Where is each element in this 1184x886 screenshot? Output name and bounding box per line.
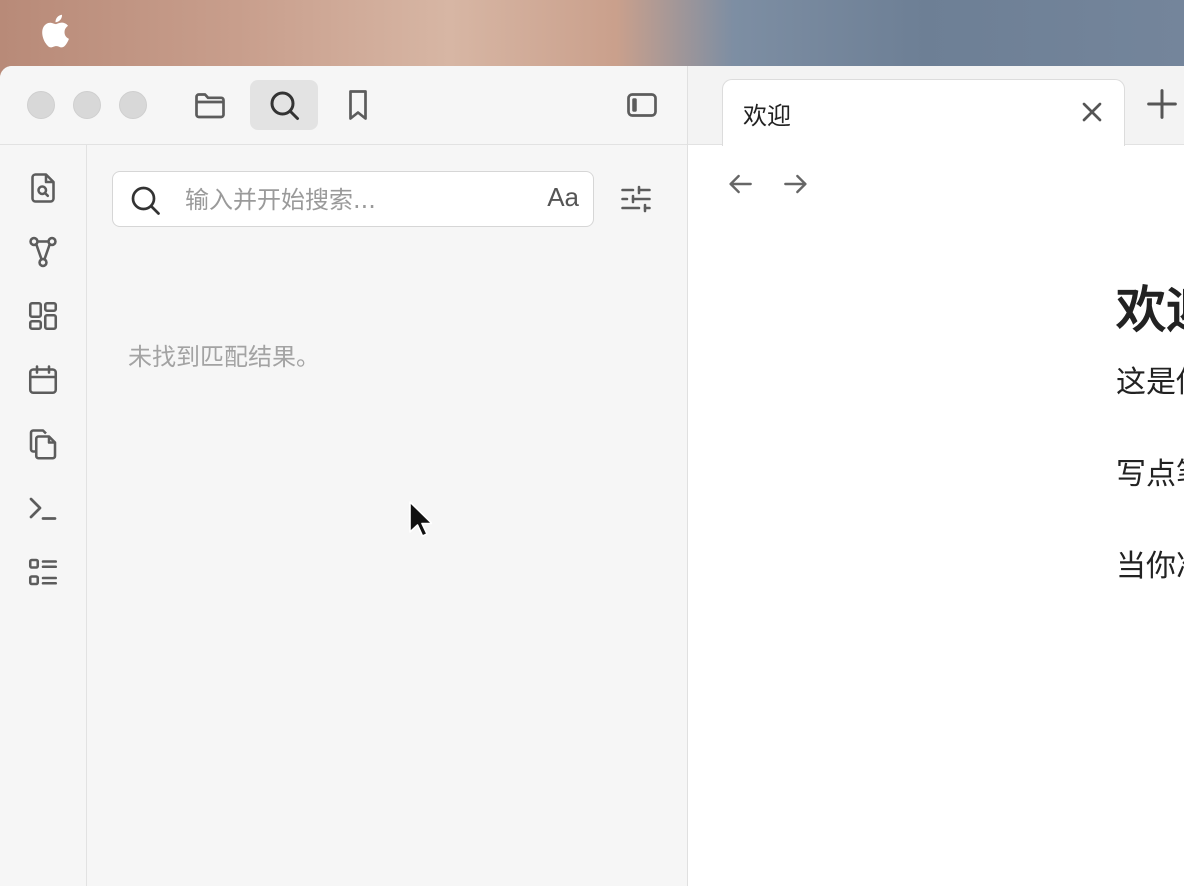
graph-icon bbox=[29, 236, 57, 268]
search-icon bbox=[270, 91, 299, 120]
apple-logo-icon[interactable] bbox=[40, 14, 70, 48]
document-paragraph: 这是你 bbox=[1116, 365, 1184, 400]
document-content[interactable]: 欢迎 这是你 写点笔 当你准 bbox=[1116, 280, 1184, 638]
ribbon bbox=[0, 145, 87, 886]
no-results-message: 未找到匹配结果。 bbox=[128, 343, 320, 371]
search-settings-button[interactable] bbox=[614, 177, 658, 221]
ribbon-quick-switcher[interactable] bbox=[22, 167, 64, 209]
tab-bar: 欢迎 bbox=[688, 66, 1184, 146]
bookmarks-button[interactable] bbox=[324, 80, 392, 130]
file-search-icon bbox=[31, 173, 55, 203]
sidebar-toggle-icon bbox=[627, 93, 657, 117]
minimize-window-button[interactable] bbox=[73, 91, 101, 119]
document-paragraph: 当你准 bbox=[1116, 549, 1184, 584]
close-icon[interactable] bbox=[1076, 96, 1108, 128]
menu-bar bbox=[0, 0, 1184, 66]
terminal-icon bbox=[29, 497, 57, 520]
copy-icon bbox=[29, 429, 57, 460]
ribbon-graph-view[interactable] bbox=[22, 231, 64, 273]
ribbon-daily-note[interactable] bbox=[22, 359, 64, 401]
sidebar-titlebar bbox=[0, 66, 687, 145]
search-box[interactable]: Aa bbox=[112, 171, 594, 227]
arrow-left-icon[interactable] bbox=[724, 168, 756, 200]
search-tab-button[interactable] bbox=[250, 80, 318, 130]
bookmark-icon bbox=[349, 90, 367, 120]
document-paragraph: 写点笔 bbox=[1116, 457, 1184, 492]
app-window: Aa 未找到匹配结果。 欢迎 bbox=[0, 66, 1184, 886]
ribbon-templates[interactable] bbox=[22, 423, 64, 465]
search-input[interactable] bbox=[183, 180, 527, 220]
list-icon bbox=[28, 558, 58, 586]
toggle-sidebar-button[interactable] bbox=[608, 80, 676, 130]
canvas-icon bbox=[28, 301, 58, 331]
zoom-window-button[interactable] bbox=[119, 91, 147, 119]
arrow-right-icon[interactable] bbox=[780, 168, 812, 200]
match-case-toggle[interactable]: Aa bbox=[547, 182, 579, 213]
tab-welcome[interactable]: 欢迎 bbox=[722, 79, 1125, 146]
mouse-cursor-icon bbox=[409, 501, 432, 537]
search-panel: Aa 未找到匹配结果。 bbox=[88, 145, 686, 886]
calendar-icon bbox=[28, 365, 58, 395]
ribbon-command-palette[interactable] bbox=[22, 487, 64, 529]
ribbon-outline[interactable] bbox=[22, 551, 64, 593]
close-window-button[interactable] bbox=[27, 91, 55, 119]
left-sidebar: Aa 未找到匹配结果。 bbox=[0, 66, 688, 886]
folder-icon bbox=[195, 93, 225, 119]
document-title: 欢迎 bbox=[1116, 281, 1184, 339]
tab-title: 欢迎 bbox=[743, 102, 791, 130]
files-button[interactable] bbox=[176, 80, 244, 130]
plus-icon[interactable] bbox=[1142, 84, 1182, 124]
search-field-icon bbox=[131, 186, 160, 215]
sliders-icon bbox=[621, 185, 651, 213]
editor-pane: 欢迎 欢迎 这是你 写点笔 当你准 bbox=[688, 66, 1184, 886]
ribbon-canvas[interactable] bbox=[22, 295, 64, 337]
